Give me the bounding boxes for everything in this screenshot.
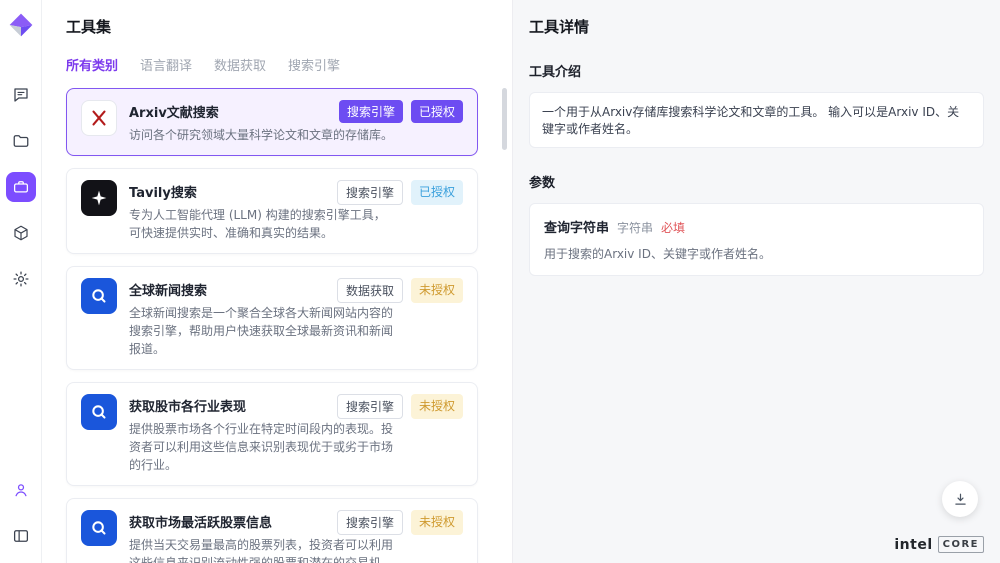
tab-data-fetch[interactable]: 数据获取 — [214, 55, 266, 74]
intel-core-text: CORE — [938, 536, 984, 553]
status-badge: 未授权 — [411, 510, 463, 535]
category-tabs: 所有类别 语言翻译 数据获取 搜索引擎 — [66, 55, 512, 74]
tavily-icon — [81, 180, 117, 216]
panel-toggle-icon[interactable] — [6, 521, 36, 551]
category-badge: 搜索引擎 — [337, 510, 403, 535]
tool-description: 提供股票市场各个行业在特定时间段内的表现。投资者可以利用这些信息来识别表现优于或… — [129, 420, 397, 474]
tab-all-categories[interactable]: 所有类别 — [66, 55, 118, 74]
intel-core-logo: intel CORE — [894, 536, 984, 553]
tab-language-translation[interactable]: 语言翻译 — [140, 55, 192, 74]
app-window: 工具集 所有类别 语言翻译 数据获取 搜索引擎 Arxiv文献搜索 访问各个研究… — [0, 0, 1000, 563]
tool-card-list: Arxiv文献搜索 访问各个研究领域大量科学论文和文章的存储库。 搜索引擎 已授… — [66, 88, 478, 563]
status-badge: 未授权 — [411, 394, 463, 419]
status-badge: 未授权 — [411, 278, 463, 303]
tool-card-arxiv[interactable]: Arxiv文献搜索 访问各个研究领域大量科学论文和文章的存储库。 搜索引擎 已授… — [66, 88, 478, 156]
params-section-title: 参数 — [529, 172, 984, 191]
folder-icon[interactable] — [6, 126, 36, 156]
tab-search-engine[interactable]: 搜索引擎 — [288, 55, 340, 74]
category-badge: 搜索引擎 — [337, 180, 403, 205]
tool-intro-text: 一个用于从Arxiv存储库搜索科学论文和文章的工具。 输入可以是Arxiv ID… — [529, 92, 984, 148]
list-scrollbar[interactable] — [502, 88, 507, 150]
status-badge: 已授权 — [411, 100, 463, 123]
param-description: 用于搜索的Arxiv ID、关键字或作者姓名。 — [544, 245, 969, 262]
tool-list-title: 工具集 — [66, 16, 512, 37]
app-logo-icon — [8, 12, 34, 38]
category-badge: 数据获取 — [337, 278, 403, 303]
sidebar — [0, 0, 42, 563]
intel-logo-text: intel — [894, 537, 932, 553]
stock-sector-icon — [81, 394, 117, 430]
param-card: 查询字符串 字符串 必填 用于搜索的Arxiv ID、关键字或作者姓名。 — [529, 203, 984, 276]
tool-description: 提供当天交易量最高的股票列表，投资者可以利用这些信息来识别流动性强的股票和潜在的… — [129, 536, 397, 563]
detail-title: 工具详情 — [529, 16, 984, 37]
user-icon[interactable] — [6, 475, 36, 505]
tool-card-active-stock[interactable]: 获取市场最活跃股票信息 提供当天交易量最高的股票列表，投资者可以利用这些信息来识… — [66, 498, 478, 563]
tool-card-global-news[interactable]: 全球新闻搜索 全球新闻搜索是一个聚合全球各大新闻网站内容的搜索引擎，帮助用户快速… — [66, 266, 478, 370]
tool-description: 访问各个研究领域大量科学论文和文章的存储库。 — [129, 126, 397, 144]
tool-list-panel: 工具集 所有类别 语言翻译 数据获取 搜索引擎 Arxiv文献搜索 访问各个研究… — [42, 0, 512, 563]
tool-description: 全球新闻搜索是一个聚合全球各大新闻网站内容的搜索引擎，帮助用户快速获取全球最新资… — [129, 304, 397, 358]
category-badge: 搜索引擎 — [337, 394, 403, 419]
tool-card-stock-sector[interactable]: 获取股市各行业表现 提供股票市场各个行业在特定时间段内的表现。投资者可以利用这些… — [66, 382, 478, 486]
param-name: 查询字符串 — [544, 217, 609, 236]
tool-card-tavily[interactable]: Tavily搜索 专为人工智能代理 (LLM) 构建的搜索引擎工具，可快速提供实… — [66, 168, 478, 254]
param-required-badge: 必填 — [661, 219, 685, 236]
tool-detail-panel: 工具详情 工具介绍 一个用于从Arxiv存储库搜索科学论文和文章的工具。 输入可… — [512, 0, 1000, 563]
global-news-icon — [81, 278, 117, 314]
gear-icon[interactable] — [6, 264, 36, 294]
intro-section-title: 工具介绍 — [529, 61, 984, 80]
param-type: 字符串 — [617, 219, 653, 236]
category-badge: 搜索引擎 — [339, 100, 403, 123]
briefcase-icon[interactable] — [6, 172, 36, 202]
status-badge: 已授权 — [411, 180, 463, 205]
tool-description: 专为人工智能代理 (LLM) 构建的搜索引擎工具，可快速提供实时、准确和真实的结… — [129, 206, 397, 242]
box-icon[interactable] — [6, 218, 36, 248]
chat-icon[interactable] — [6, 80, 36, 110]
active-stock-icon — [81, 510, 117, 546]
arxiv-icon — [81, 100, 117, 136]
download-button[interactable] — [942, 481, 978, 517]
